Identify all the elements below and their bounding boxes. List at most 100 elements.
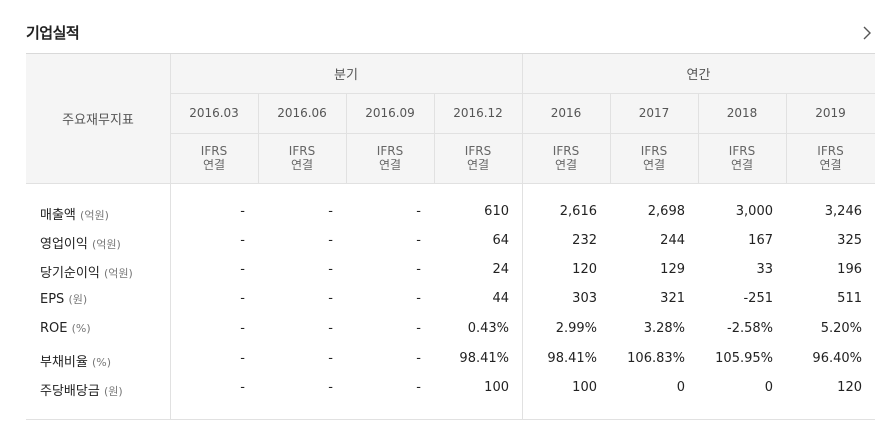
table-cell: -	[240, 351, 245, 366]
metric-unit: (원)	[103, 385, 123, 398]
table-cell: -251	[743, 291, 773, 306]
table-cell: -	[240, 262, 245, 277]
basis-type: 연결	[819, 158, 842, 172]
grid-line	[698, 93, 699, 183]
row-label: ROE (%)	[40, 321, 91, 336]
period-header: 2016.06	[277, 106, 327, 120]
table-cell: -	[240, 291, 245, 306]
basis-type: 연결	[730, 158, 754, 172]
table-cell: 33	[756, 262, 773, 277]
table-cell: -	[416, 291, 421, 306]
table-cell: 96.40%	[812, 351, 862, 366]
grid-line	[434, 93, 435, 183]
table-cell: 120	[572, 262, 597, 277]
row-label: 주당배당금 (원)	[40, 380, 123, 399]
corner-label: 주요재무지표	[62, 113, 134, 128]
table-cell: -	[416, 321, 421, 336]
table-cell: -	[328, 380, 333, 395]
grid-line	[610, 93, 611, 183]
table-cell: 3,000	[735, 204, 773, 219]
table-cell: 0.43%	[467, 321, 509, 336]
basis-header: IFRS 연결	[786, 133, 875, 183]
table-bottom-border	[26, 419, 875, 420]
basis-header: IFRS 연결	[698, 133, 786, 183]
table-cell: 232	[572, 233, 597, 248]
table-cell: -	[416, 204, 421, 219]
table-cell: 24	[492, 262, 509, 277]
basis-type: 연결	[378, 158, 402, 172]
chevron-right-icon[interactable]	[860, 24, 874, 42]
basis-header: IFRS 연결	[258, 133, 346, 183]
metric-name: ROE	[40, 321, 68, 336]
metric-unit: (원)	[68, 293, 88, 306]
table-cell: 196	[837, 262, 862, 277]
table-cell: -	[240, 233, 245, 248]
row-label: 당기순이익 (억원)	[40, 262, 133, 281]
basis-type: 연결	[642, 158, 666, 172]
grid-line	[786, 93, 787, 183]
basis-standard: IFRS	[640, 144, 668, 158]
table-cell: 100	[572, 380, 597, 395]
basis-header: IFRS 연결	[346, 133, 434, 183]
basis-header: IFRS 연결	[610, 133, 698, 183]
table-cell: 129	[660, 262, 685, 277]
table-cell: 3.28%	[643, 321, 685, 336]
table-cell: 44	[492, 291, 509, 306]
table-cell: -2.58%	[727, 321, 773, 336]
table-cell: -	[328, 204, 333, 219]
metric-unit: (억원)	[91, 238, 121, 251]
table-cell: -	[416, 233, 421, 248]
table-cell: 106.83%	[627, 351, 685, 366]
basis-standard: IFRS	[817, 144, 844, 158]
basis-standard: IFRS	[728, 144, 756, 158]
basis-type: 연결	[202, 158, 226, 172]
period-header: 2016	[550, 106, 582, 120]
metric-name: 영업이익	[40, 237, 88, 252]
table-cell: -	[328, 262, 333, 277]
basis-standard: IFRS	[376, 144, 404, 158]
basis-header: IFRS 연결	[522, 133, 610, 183]
table-cell: -	[240, 380, 245, 395]
basis-header: IFRS 연결	[434, 133, 522, 183]
grid-line	[170, 133, 875, 134]
table-cell: 321	[660, 291, 685, 306]
table-cell: 105.95%	[715, 351, 773, 366]
metric-name: 당기순이익	[40, 266, 100, 281]
table-cell: 0	[764, 380, 773, 395]
table-cell: 2,698	[647, 204, 685, 219]
group-header: 분기	[334, 68, 358, 83]
table-cell: 325	[837, 233, 862, 248]
grid-line	[258, 93, 259, 183]
table-cell: -	[328, 351, 333, 366]
grid-line	[170, 93, 875, 94]
period-header: 2016.12	[453, 106, 503, 120]
table-cell: -	[240, 321, 245, 336]
table-cell: -	[328, 233, 333, 248]
period-header: 2019	[815, 106, 846, 120]
row-label: 매출액 (억원)	[40, 204, 109, 223]
metric-unit: (억원)	[103, 267, 133, 280]
row-label: 영업이익 (억원)	[40, 233, 121, 252]
metric-unit: (%)	[91, 356, 112, 369]
table-cell: 244	[660, 233, 685, 248]
table-cell: 5.20%	[820, 321, 862, 336]
table-cell: 120	[837, 380, 862, 395]
metric-unit: (%)	[71, 322, 91, 335]
grid-line	[346, 93, 347, 183]
period-header: 2016.03	[189, 106, 239, 120]
basis-header: IFRS 연결	[170, 133, 258, 183]
table-cell: 2,616	[559, 204, 597, 219]
table-cell: 0	[676, 380, 685, 395]
table-cell: 100	[484, 380, 509, 395]
basis-standard: IFRS	[288, 144, 316, 158]
basis-type: 연결	[290, 158, 314, 172]
table-cell: -	[416, 351, 421, 366]
table-cell: -	[416, 380, 421, 395]
period-header: 2016.09	[365, 106, 415, 120]
basis-standard: IFRS	[200, 144, 228, 158]
table-cell: 64	[492, 233, 509, 248]
metric-name: EPS	[40, 292, 65, 307]
metric-name: 매출액	[40, 208, 76, 223]
row-label: EPS (원)	[40, 291, 87, 307]
table-cell: 303	[572, 291, 597, 306]
